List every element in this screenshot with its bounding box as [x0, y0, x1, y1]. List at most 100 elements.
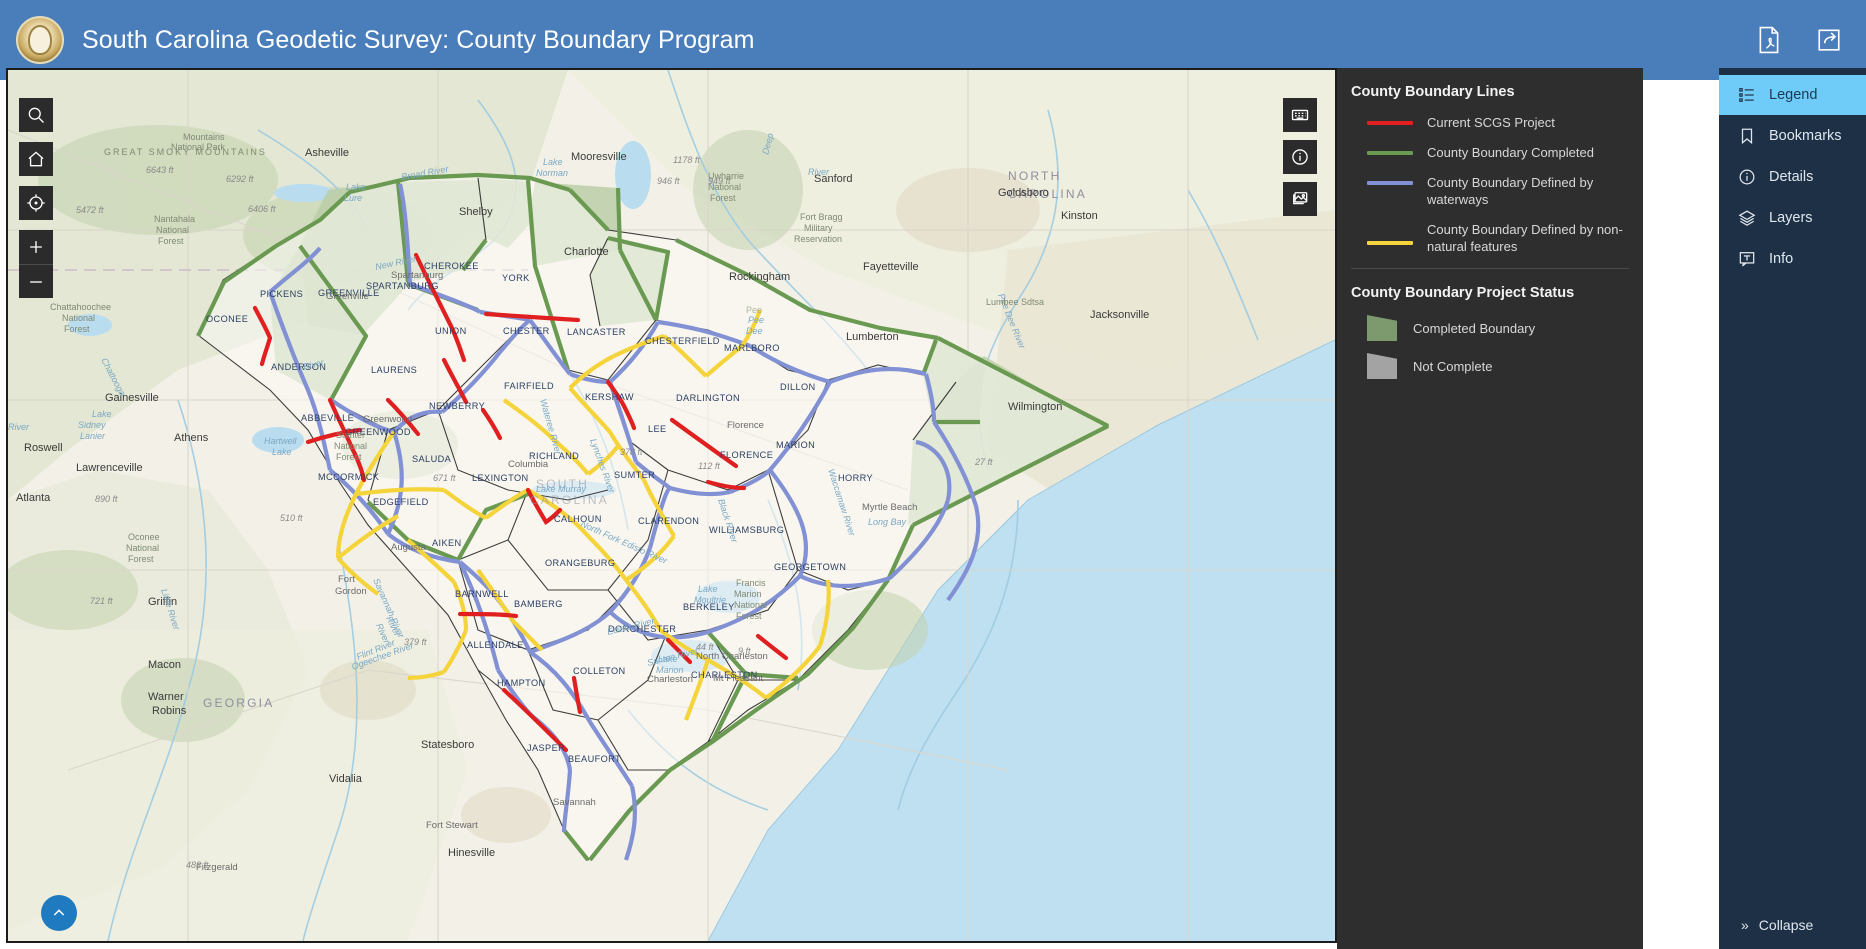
svg-text:WILLIAMSBURG: WILLIAMSBURG: [709, 525, 784, 535]
svg-text:LAURENS: LAURENS: [371, 365, 417, 375]
nav-item-bookmarks[interactable]: Bookmarks: [1719, 116, 1866, 156]
svg-text:Greenwood: Greenwood: [363, 414, 412, 425]
legend-swatch-red: [1367, 121, 1413, 125]
svg-text:MARLBORO: MARLBORO: [724, 343, 780, 353]
attribute-table-icon[interactable]: [1283, 98, 1317, 132]
legend-label: County Boundary Defined by waterways: [1427, 175, 1594, 207]
legend-label: Not Complete: [1413, 358, 1493, 374]
svg-text:MARION: MARION: [776, 440, 815, 450]
svg-text:Charlotte: Charlotte: [564, 246, 609, 258]
svg-text:Rockingham: Rockingham: [729, 271, 790, 283]
svg-text:Mt Pleasant: Mt Pleasant: [713, 673, 764, 684]
svg-text:HORRY: HORRY: [838, 473, 873, 483]
svg-text:CHESTER: CHESTER: [503, 326, 550, 336]
nav-item-legend[interactable]: Legend: [1719, 75, 1866, 115]
nav-item-layers[interactable]: Layers: [1719, 198, 1866, 238]
map-left-toolbar: [19, 98, 53, 298]
svg-text:Norman: Norman: [536, 168, 568, 178]
svg-text:LANCASTER: LANCASTER: [567, 327, 626, 337]
svg-text:FLORENCE: FLORENCE: [720, 450, 773, 460]
nav-item-label: Details: [1769, 169, 1814, 185]
legend-status-section: County Boundary Project Status Completed…: [1351, 269, 1643, 379]
svg-text:Roswell: Roswell: [24, 442, 63, 454]
legend-label: Completed Boundary: [1413, 320, 1536, 336]
svg-text:Goldsboro: Goldsboro: [998, 187, 1049, 199]
svg-text:510 ft: 510 ft: [280, 513, 303, 523]
info-icon[interactable]: [1283, 140, 1317, 174]
zoom-in-icon[interactable]: [19, 230, 53, 264]
svg-text:Gordon: Gordon: [335, 586, 367, 597]
bookmark-icon: [1737, 127, 1756, 146]
locate-icon[interactable]: [19, 186, 53, 220]
svg-text:National: National: [734, 600, 767, 610]
svg-text:6292 ft: 6292 ft: [226, 174, 254, 184]
map-graphic[interactable]: .cty { font-family:"Liberation Sans",san…: [8, 70, 1335, 941]
svg-text:Lumbee Sdtsa: Lumbee Sdtsa: [986, 297, 1044, 307]
svg-text:Statesboro: Statesboro: [421, 739, 474, 751]
export-pdf-icon[interactable]: [1754, 25, 1784, 55]
zoom-out-icon[interactable]: [19, 264, 53, 298]
legend-section-title-status: County Boundary Project Status: [1351, 285, 1575, 301]
svg-text:Atlanta: Atlanta: [16, 492, 51, 504]
legend-panel: County Boundary Lines Current SCGS Proje…: [1337, 68, 1643, 949]
svg-text:CLARENDON: CLARENDON: [638, 516, 699, 526]
legend-line-list: Current SCGS Project County Boundary Com…: [1351, 114, 1643, 255]
svg-text:Mooresville: Mooresville: [571, 151, 627, 163]
svg-text:Chattahoochee: Chattahoochee: [50, 302, 111, 312]
svg-text:Lake: Lake: [272, 447, 292, 457]
svg-text:Military: Military: [804, 223, 833, 233]
svg-text:Moultrie: Moultrie: [694, 595, 726, 605]
svg-text:UNION: UNION: [435, 326, 467, 336]
svg-text:Greenville: Greenville: [326, 291, 369, 302]
svg-text:Forest: Forest: [336, 452, 362, 462]
svg-text:Spartanburg: Spartanburg: [391, 270, 443, 281]
svg-text:SUMTER: SUMTER: [614, 470, 655, 480]
svg-text:Charleston: Charleston: [647, 674, 693, 685]
legend-swatch-yellow: [1367, 241, 1413, 245]
svg-text:Marion: Marion: [656, 665, 684, 675]
legend-item-completed[interactable]: County Boundary Completed: [1367, 144, 1643, 161]
nav-item-details[interactable]: Details: [1719, 157, 1866, 197]
svg-text:Kinston: Kinston: [1061, 210, 1098, 222]
svg-text:National: National: [156, 225, 189, 235]
home-icon[interactable]: [19, 142, 53, 176]
legend-item-completed-boundary[interactable]: Completed Boundary: [1367, 315, 1643, 341]
map-canvas[interactable]: .cty { font-family:"Liberation Sans",san…: [6, 68, 1337, 943]
nav-item-info[interactable]: Info: [1719, 239, 1866, 279]
search-icon[interactable]: [19, 98, 53, 132]
svg-text:Marion: Marion: [734, 589, 762, 599]
svg-text:Forest: Forest: [128, 554, 154, 564]
svg-text:Forest: Forest: [158, 236, 184, 246]
legend-item-nonnatural[interactable]: County Boundary Defined by non-natural f…: [1367, 221, 1643, 255]
svg-text:Sumter: Sumter: [336, 430, 365, 440]
svg-text:Mountains: Mountains: [183, 132, 225, 142]
svg-text:946 ft: 946 ft: [657, 176, 680, 186]
expand-up-icon[interactable]: [41, 895, 77, 931]
collapse-button[interactable]: » Collapse: [1719, 909, 1866, 941]
svg-text:AIKEN: AIKEN: [432, 538, 462, 548]
svg-text:44 ft: 44 ft: [696, 642, 714, 652]
svg-text:Florence: Florence: [727, 420, 764, 431]
header-toolbar: [1754, 25, 1844, 55]
svg-text:BAMBERG: BAMBERG: [514, 599, 563, 609]
svg-text:North Charleston: North Charleston: [696, 651, 768, 662]
svg-text:Jacksonville: Jacksonville: [1090, 309, 1149, 321]
legend-status-list: Completed Boundary Not Complete: [1351, 315, 1643, 379]
share-icon[interactable]: [1814, 25, 1844, 55]
legend-item-not-complete[interactable]: Not Complete: [1367, 353, 1643, 379]
svg-text:Wilmington: Wilmington: [1008, 401, 1062, 413]
svg-text:CHESTERFIELD: CHESTERFIELD: [645, 336, 720, 346]
svg-text:LEE: LEE: [648, 424, 667, 434]
basemap-gallery-icon[interactable]: [1283, 182, 1317, 216]
legend-item-current-project[interactable]: Current SCGS Project: [1367, 114, 1643, 131]
legend-item-waterways[interactable]: County Boundary Defined by waterways: [1367, 174, 1643, 208]
svg-text:Lake: Lake: [92, 409, 112, 419]
svg-text:483 ft: 483 ft: [186, 860, 209, 870]
legend-label: County Boundary Defined by non-natural f…: [1427, 222, 1623, 254]
svg-text:Lake: Lake: [346, 182, 366, 192]
svg-text:5472 ft: 5472 ft: [76, 205, 104, 215]
svg-text:Reservation: Reservation: [794, 234, 842, 244]
svg-text:Fort Bragg: Fort Bragg: [800, 212, 843, 222]
svg-text:Forest: Forest: [710, 193, 736, 203]
svg-text:GEORGETOWN: GEORGETOWN: [774, 562, 846, 572]
